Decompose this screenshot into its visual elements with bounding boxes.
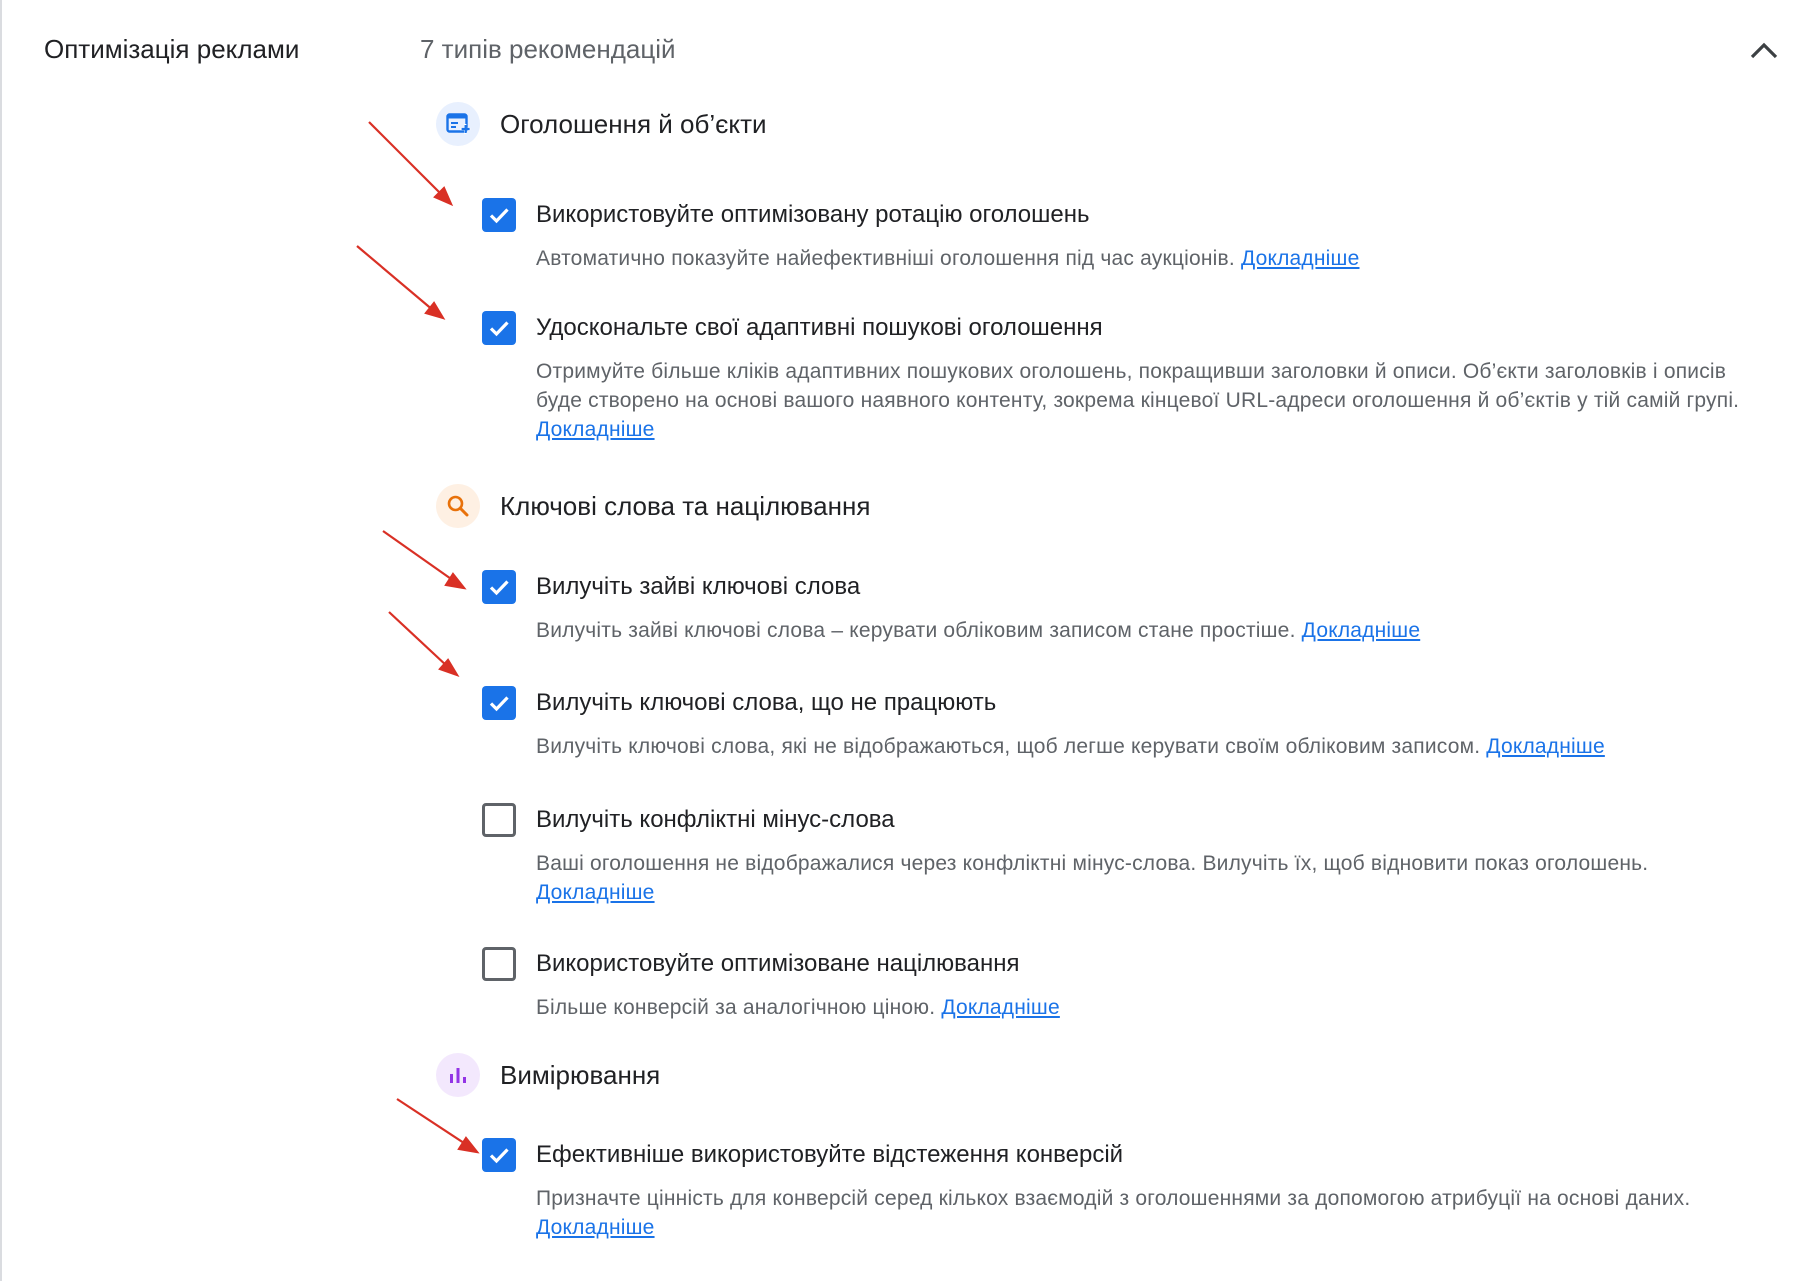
optimization-panel: Оптимізація реклами 7 типів рекомендацій… <box>0 0 1804 1281</box>
arrow-annotation <box>356 121 480 1154</box>
annotation-arrows <box>356 121 480 1154</box>
